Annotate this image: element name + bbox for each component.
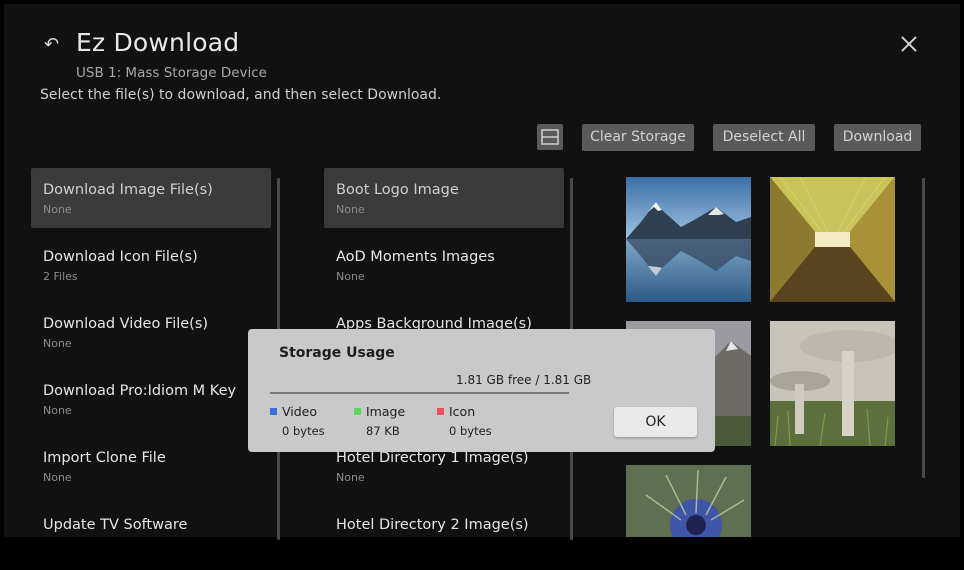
category-sub: None bbox=[43, 471, 72, 484]
list-view-icon bbox=[541, 129, 559, 145]
download-button[interactable]: Download bbox=[834, 124, 921, 151]
legend-video: Video 0 bytes bbox=[270, 404, 325, 438]
category-sub: None bbox=[43, 203, 72, 216]
back-arrow-icon[interactable]: ↶ bbox=[44, 35, 66, 55]
image-type-label: Hotel Directory 2 Image(s) bbox=[336, 517, 529, 533]
legend-label: Icon bbox=[449, 404, 476, 419]
close-icon[interactable] bbox=[897, 32, 921, 56]
image-type-label: Boot Logo Image bbox=[336, 182, 459, 198]
category-label: Download Icon File(s) bbox=[43, 249, 198, 265]
image-type-sub: None bbox=[336, 471, 365, 484]
instruction-text: Select the file(s) to download, and then… bbox=[40, 87, 442, 103]
flower-thumbnail[interactable] bbox=[626, 465, 751, 537]
deselect-all-button[interactable]: Deselect All bbox=[713, 124, 815, 151]
image-type-label: Hotel Directory 1 Image(s) bbox=[336, 450, 529, 466]
mushroom-thumbnail[interactable] bbox=[770, 321, 895, 446]
category-item-clone[interactable]: Import Clone File None bbox=[31, 436, 271, 496]
image-type-label: AoD Moments Images bbox=[336, 249, 495, 265]
category-item-image[interactable]: Download Image File(s) None bbox=[31, 168, 271, 228]
page-title: Ez Download bbox=[76, 28, 240, 57]
dialog-title: Storage Usage bbox=[279, 345, 395, 361]
image-type-sub: None bbox=[336, 270, 365, 283]
thumbnail-scrollbar[interactable] bbox=[922, 178, 925, 478]
video-swatch bbox=[270, 408, 277, 415]
category-list: Download Image File(s) None Download Ico… bbox=[31, 168, 271, 570]
legend-image: Image 87 KB bbox=[354, 404, 406, 438]
category-item-video[interactable]: Download Video File(s) None bbox=[31, 302, 271, 362]
image-type-item-hotel-2[interactable]: Hotel Directory 2 Image(s) bbox=[324, 503, 564, 563]
category-label: Import Clone File bbox=[43, 450, 166, 466]
legend-icon: Icon 0 bytes bbox=[437, 404, 492, 438]
storage-free-text: 1.81 GB free / 1.81 GB bbox=[456, 373, 592, 387]
device-subtitle: USB 1: Mass Storage Device bbox=[76, 65, 267, 81]
category-item-proidiom[interactable]: Download Pro:Idiom M Key None bbox=[31, 369, 271, 429]
category-label: Download Image File(s) bbox=[43, 182, 213, 198]
legend-value: 87 KB bbox=[366, 424, 400, 438]
category-sub: None bbox=[43, 404, 72, 417]
ok-button[interactable]: OK bbox=[614, 407, 697, 437]
category-label: Update TV Software bbox=[43, 517, 188, 533]
view-toggle-button[interactable] bbox=[537, 124, 563, 150]
legend-value: 0 bytes bbox=[449, 424, 492, 438]
category-label: Download Video File(s) bbox=[43, 316, 209, 332]
image-type-sub: None bbox=[336, 203, 365, 216]
category-sub: 2 Files bbox=[43, 270, 78, 283]
category-label: Download Pro:Idiom M Key bbox=[43, 383, 237, 399]
legend-value: 0 bytes bbox=[282, 424, 325, 438]
mountain-lake-thumbnail[interactable] bbox=[626, 177, 751, 302]
icon-swatch bbox=[437, 408, 444, 415]
legend-label: Video bbox=[282, 404, 318, 419]
clear-storage-button[interactable]: Clear Storage bbox=[582, 124, 694, 151]
category-item-icon[interactable]: Download Icon File(s) 2 Files bbox=[31, 235, 271, 295]
image-type-item-aod[interactable]: AoD Moments Images None bbox=[324, 235, 564, 295]
legend-label: Image bbox=[366, 404, 406, 419]
category-item-update[interactable]: Update TV Software bbox=[31, 503, 271, 563]
image-swatch bbox=[354, 408, 361, 415]
tunnel-thumbnail[interactable] bbox=[770, 177, 895, 302]
image-type-item-boot-logo[interactable]: Boot Logo Image None bbox=[324, 168, 564, 228]
category-sub: None bbox=[43, 337, 72, 350]
storage-usage-bar bbox=[270, 392, 569, 394]
